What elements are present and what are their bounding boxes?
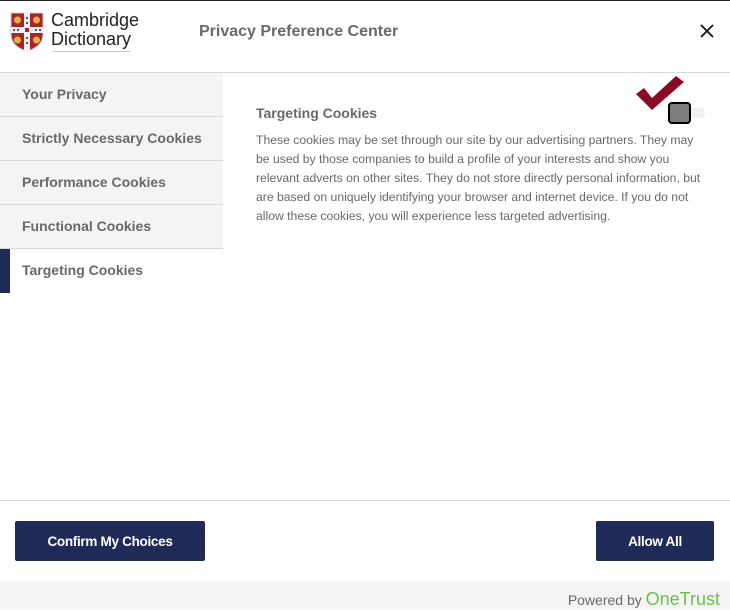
- sidebar-item-performance[interactable]: Performance Cookies: [0, 161, 223, 205]
- sidebar-item-functional[interactable]: Functional Cookies: [0, 205, 223, 249]
- header: Cambridge Dictionary Privacy Preference …: [0, 1, 730, 73]
- sidebar-item-strictly-necessary[interactable]: Strictly Necessary Cookies: [0, 117, 223, 161]
- section-description: These cookies may be set through our sit…: [256, 133, 701, 223]
- allow-all-button[interactable]: Allow All: [596, 521, 714, 561]
- cambridge-dictionary-logo: Cambridge Dictionary: [10, 11, 140, 53]
- powered-by-text: Powered by OneTrust: [568, 589, 720, 610]
- logo-text: Cambridge Dictionary: [51, 11, 139, 49]
- confirm-my-choices-button[interactable]: Confirm My Choices: [15, 521, 205, 561]
- logo-underline: [52, 51, 130, 52]
- crest-icon: [10, 12, 44, 52]
- toggle-knob: [668, 102, 691, 124]
- sidebar-item-your-privacy[interactable]: Your Privacy: [0, 73, 223, 117]
- footer-divider: [0, 500, 730, 501]
- sidebar: Your Privacy Strictly Necessary Cookies …: [0, 73, 223, 293]
- logo-line-2: Dictionary: [51, 29, 132, 49]
- powered-by-bar: Powered by OneTrust: [0, 581, 730, 609]
- logo-line-1: Cambridge: [51, 10, 140, 30]
- targeting-cookies-toggle[interactable]: [668, 102, 706, 124]
- sidebar-item-targeting[interactable]: Targeting Cookies: [0, 249, 223, 293]
- page-title: Privacy Preference Center: [199, 23, 399, 40]
- close-icon[interactable]: [697, 21, 717, 41]
- powered-by-label: Powered by: [567, 592, 642, 608]
- onetrust-link[interactable]: OneTrust: [646, 589, 720, 609]
- content-panel: Targeting Cookies These cookies may be s…: [256, 105, 708, 226]
